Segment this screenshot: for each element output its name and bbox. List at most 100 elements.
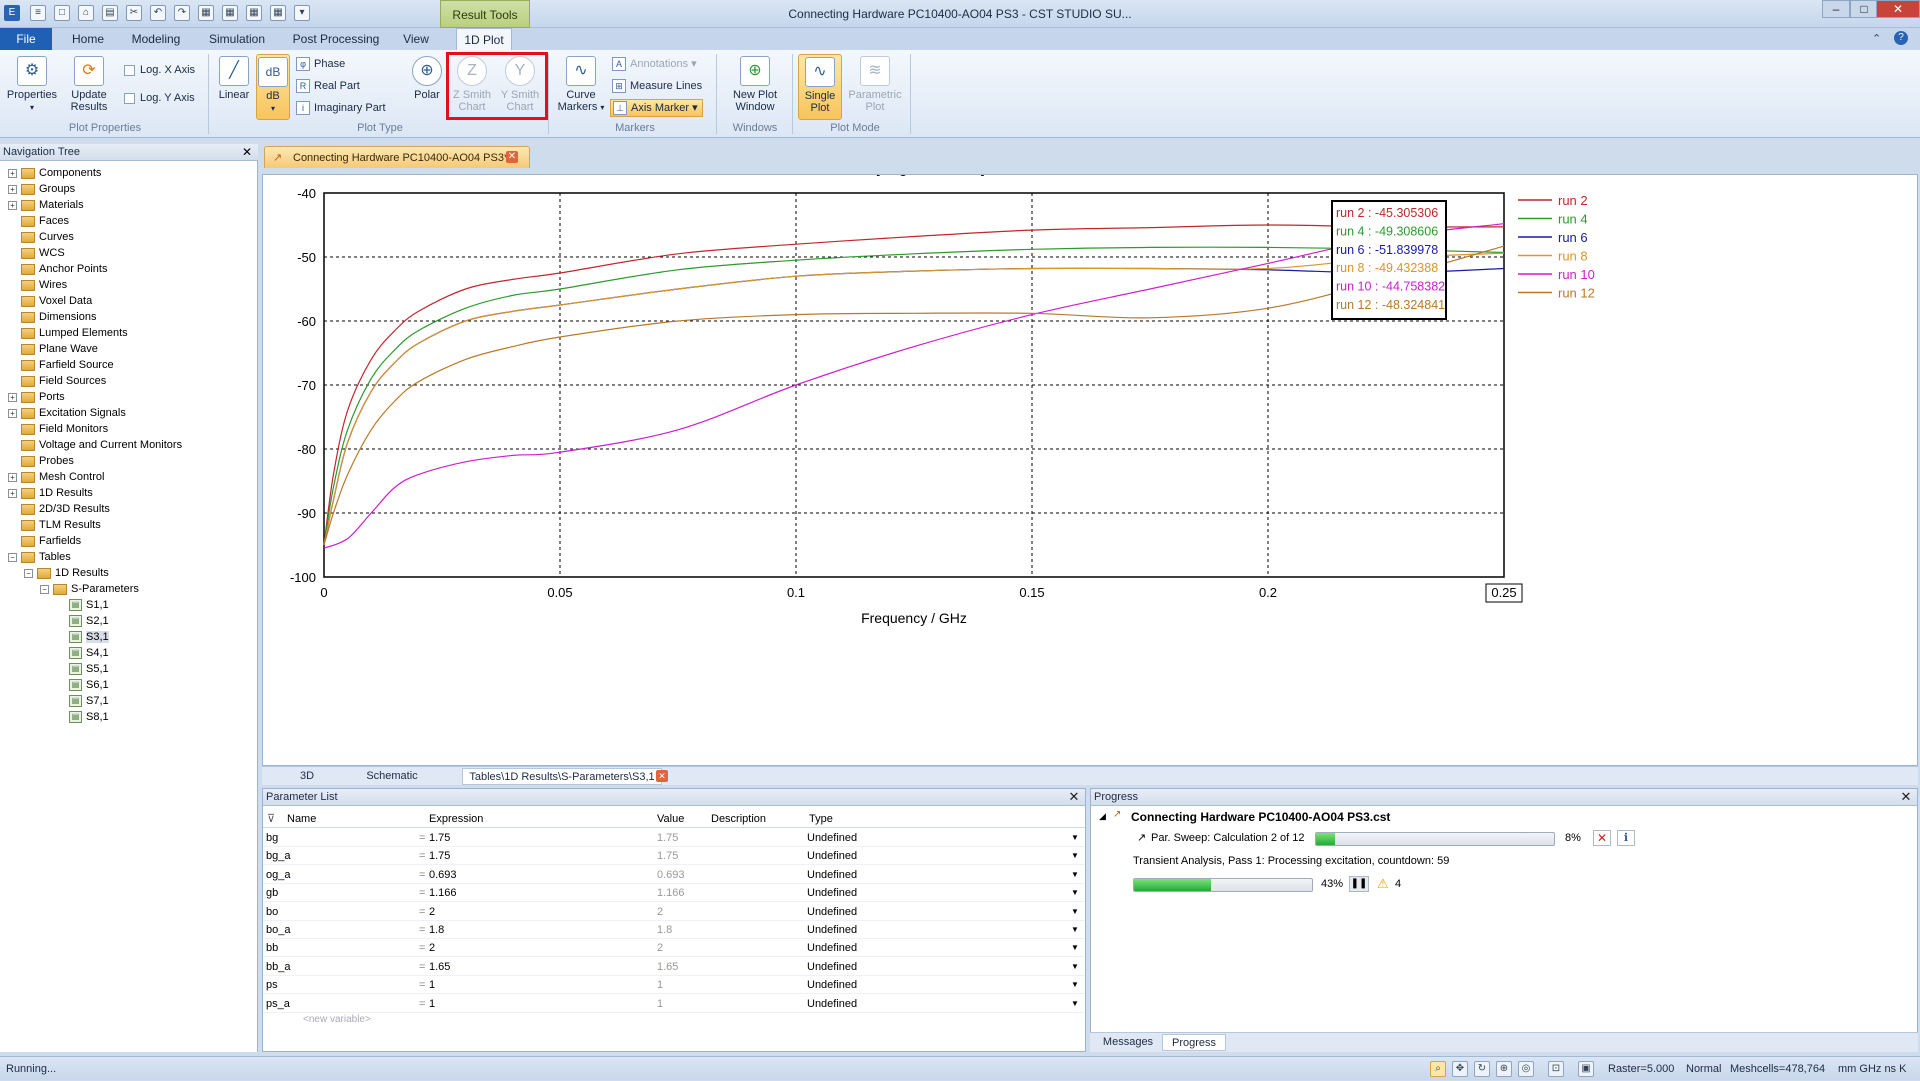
- parameter-name[interactable]: gb: [266, 884, 278, 902]
- type-dropdown-icon[interactable]: ▼: [1071, 958, 1079, 976]
- parameter-type[interactable]: Undefined: [807, 866, 857, 884]
- type-dropdown-icon[interactable]: ▼: [1071, 903, 1079, 921]
- expand-toggle-icon[interactable]: +: [8, 184, 17, 194]
- expand-toggle-icon[interactable]: +: [8, 408, 17, 418]
- tree-item[interactable]: +Anchor Points: [8, 261, 256, 277]
- table-row[interactable]: = bg_a 1.75 1.75 Undefined ▼: [263, 847, 1085, 866]
- column-type[interactable]: Type: [809, 811, 833, 828]
- expand-toggle-icon[interactable]: −: [40, 584, 49, 594]
- parameter-expression[interactable]: 2: [429, 939, 435, 957]
- rotate-icon[interactable]: ↻: [1474, 1061, 1490, 1077]
- maximize-button[interactable]: □: [1850, 0, 1878, 18]
- table-row[interactable]: = ps_a 1 1 Undefined ▼: [263, 995, 1085, 1013]
- quick-access-icon[interactable]: ⌂: [78, 5, 94, 21]
- imaginary-part-button[interactable]: i Imaginary Part: [296, 100, 386, 116]
- new-plot-window-button[interactable]: ⊕ New Plot Window: [722, 56, 788, 113]
- curve-markers-button[interactable]: ∿ Curve Markers ▾: [554, 56, 608, 114]
- parametric-plot-button[interactable]: ≋ Parametric Plot: [846, 56, 904, 113]
- db-button[interactable]: dB dB ▾: [256, 54, 290, 120]
- parameter-type[interactable]: Undefined: [807, 884, 857, 902]
- quick-access-icon[interactable]: ↷: [174, 5, 190, 21]
- linear-button[interactable]: ╱ Linear: [214, 56, 254, 101]
- type-dropdown-icon[interactable]: ▼: [1071, 995, 1079, 1013]
- polar-button[interactable]: ⊕ Polar: [406, 56, 448, 101]
- pause-icon[interactable]: ❚❚: [1349, 876, 1369, 892]
- tree-item[interactable]: +Voxel Data: [8, 293, 256, 309]
- type-dropdown-icon[interactable]: ▼: [1071, 921, 1079, 939]
- tree-item[interactable]: − 1D Results: [8, 565, 256, 581]
- tree-item[interactable]: + Components: [8, 165, 256, 181]
- tree-item[interactable]: + Ports: [8, 389, 256, 405]
- tree-item[interactable]: + Mesh Control: [8, 469, 256, 485]
- parameter-name[interactable]: bb: [266, 939, 278, 957]
- close-table-tab-button[interactable]: ✕: [656, 770, 668, 782]
- zoom-in-icon[interactable]: ⊕: [1496, 1061, 1512, 1077]
- spin-icon[interactable]: ◎: [1518, 1061, 1534, 1077]
- parameter-expression[interactable]: 1: [429, 995, 435, 1013]
- sweep-info-icon[interactable]: ℹ: [1617, 830, 1635, 846]
- real-part-button[interactable]: R Real Part: [296, 78, 360, 94]
- app-icon[interactable]: E: [4, 5, 20, 21]
- quick-access-icon[interactable]: ▾: [294, 5, 310, 21]
- tab-home[interactable]: Home: [66, 28, 110, 50]
- tree-item[interactable]: +2D/3D Results: [8, 501, 256, 517]
- parameter-expression[interactable]: 1.8: [429, 921, 444, 939]
- parameter-type[interactable]: Undefined: [807, 829, 857, 847]
- tab-simulation[interactable]: Simulation: [202, 28, 272, 50]
- column-value[interactable]: Value: [657, 811, 684, 828]
- properties-button[interactable]: ⚙ Properties ▾: [6, 56, 58, 114]
- new-variable-row[interactable]: <new variable>: [263, 1011, 1085, 1029]
- parameter-name[interactable]: ps: [266, 976, 278, 994]
- tab-schematic[interactable]: Schematic: [352, 768, 432, 785]
- expand-toggle-icon[interactable]: +: [8, 488, 17, 498]
- tree-item[interactable]: +Farfield Source: [8, 357, 256, 373]
- column-expression[interactable]: Expression: [429, 811, 483, 828]
- tree-item[interactable]: +Voltage and Current Monitors: [8, 437, 256, 453]
- tab-progress[interactable]: Progress: [1162, 1034, 1226, 1051]
- parameter-expression[interactable]: 1.65: [429, 958, 450, 976]
- log-x-axis-checkbox[interactable]: Log. X Axis: [124, 64, 195, 76]
- tree-item[interactable]: +▤S7,1: [8, 693, 256, 709]
- close-parameter-list-button[interactable]: ✕: [1067, 790, 1081, 804]
- table-row[interactable]: = bb 2 2 Undefined ▼: [263, 939, 1085, 958]
- expand-toggle-icon[interactable]: −: [8, 552, 17, 562]
- type-dropdown-icon[interactable]: ▼: [1071, 939, 1079, 957]
- tree-item[interactable]: +▤S6,1: [8, 677, 256, 693]
- measure-lines-button[interactable]: ⊞ Measure Lines: [612, 78, 702, 94]
- type-dropdown-icon[interactable]: ▼: [1071, 884, 1079, 902]
- parameter-type[interactable]: Undefined: [807, 958, 857, 976]
- parameter-name[interactable]: og_a: [266, 866, 290, 884]
- tree-item[interactable]: + Materials: [8, 197, 256, 213]
- tree-item[interactable]: − Tables: [8, 549, 256, 565]
- parameter-name[interactable]: bo_a: [266, 921, 290, 939]
- type-dropdown-icon[interactable]: ▼: [1071, 829, 1079, 847]
- column-description[interactable]: Description: [711, 811, 766, 828]
- annotations-button[interactable]: A Annotations ▾: [612, 56, 697, 72]
- tree-item[interactable]: +▤S3,1: [8, 629, 256, 645]
- tree-item[interactable]: +Curves: [8, 229, 256, 245]
- single-plot-button[interactable]: ∿ Single Plot: [798, 54, 842, 120]
- tree-item[interactable]: +Lumped Elements: [8, 325, 256, 341]
- quick-access-icon[interactable]: ✂: [126, 5, 142, 21]
- table-row[interactable]: = bg 1.75 1.75 Undefined ▼: [263, 829, 1085, 847]
- tree-item[interactable]: +Probes: [8, 453, 256, 469]
- quick-access-icon[interactable]: ▦: [270, 5, 286, 21]
- expand-toggle-icon[interactable]: −: [24, 568, 33, 578]
- parameter-expression[interactable]: 1.75: [429, 829, 450, 847]
- reset-view-icon[interactable]: ⊡: [1548, 1061, 1564, 1077]
- help-icon[interactable]: ?: [1894, 31, 1908, 45]
- table-row[interactable]: = gb 1.166 1.166 Undefined ▼: [263, 884, 1085, 903]
- parameter-type[interactable]: Undefined: [807, 921, 857, 939]
- tree-item[interactable]: +▤S5,1: [8, 661, 256, 677]
- type-dropdown-icon[interactable]: ▼: [1071, 847, 1079, 865]
- tree-item[interactable]: +▤S4,1: [8, 645, 256, 661]
- tree-item[interactable]: + Excitation Signals: [8, 405, 256, 421]
- type-dropdown-icon[interactable]: ▼: [1071, 976, 1079, 994]
- quick-access-icon[interactable]: ▦: [246, 5, 262, 21]
- parameter-type[interactable]: Undefined: [807, 847, 857, 865]
- log-y-axis-checkbox[interactable]: Log. Y Axis: [124, 92, 195, 104]
- tab-messages[interactable]: Messages: [1096, 1034, 1160, 1051]
- tab-3d[interactable]: 3D: [282, 768, 332, 785]
- table-row[interactable]: = bb_a 1.65 1.65 Undefined ▼: [263, 958, 1085, 976]
- minimize-ribbon-icon[interactable]: ⌃: [1872, 32, 1881, 45]
